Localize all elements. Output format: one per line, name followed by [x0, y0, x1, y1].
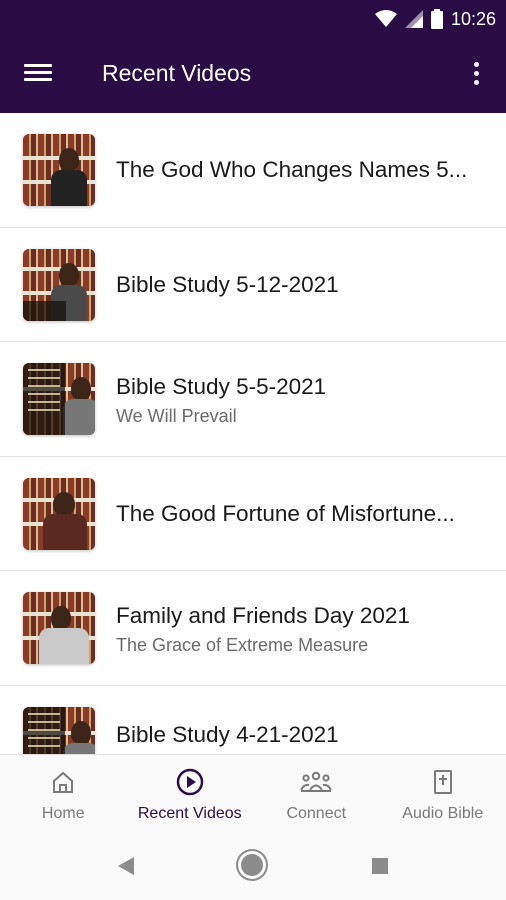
video-title: The Good Fortune of Misfortune...	[116, 500, 455, 526]
people-icon	[300, 771, 333, 792]
list-item[interactable]: Bible Study 5-5-2021 We Will Prevail	[0, 342, 506, 457]
video-thumbnail	[23, 363, 95, 435]
home-circle-icon[interactable]	[241, 854, 263, 876]
top-bar: 10:26 Recent Videos	[0, 0, 506, 113]
video-thumbnail	[23, 477, 95, 550]
system-navigation-bar	[0, 830, 506, 900]
nav-item-home[interactable]: Home	[0, 755, 127, 831]
video-title: Family and Friends Day 2021	[116, 603, 410, 628]
nav-label-connect: Connect	[286, 805, 347, 822]
status-time: 10:26	[450, 8, 496, 29]
nav-label-recent-videos: Recent Videos	[137, 805, 242, 822]
nav-item-audio-bible[interactable]: Audio Bible	[380, 755, 506, 831]
video-thumbnail	[23, 706, 95, 754]
home-icon	[53, 771, 74, 793]
recent-apps-icon[interactable]	[372, 858, 388, 874]
back-icon[interactable]	[118, 857, 134, 875]
video-title: Bible Study 5-5-2021	[116, 374, 327, 399]
list-item[interactable]: Bible Study 5-12-2021	[0, 228, 506, 342]
page-title: Recent Videos	[102, 60, 252, 86]
video-thumbnail	[23, 592, 95, 664]
video-title: Bible Study 5-12-2021	[116, 271, 339, 297]
signal-icon	[404, 10, 423, 28]
video-list: The God Who Changes Names 5... Bible Stu…	[0, 113, 506, 754]
video-thumbnail	[23, 248, 95, 321]
bottom-navigation: Home Recent Videos Connect Audio Bible	[0, 754, 506, 831]
nav-item-recent-videos[interactable]: Recent Videos	[127, 755, 254, 831]
play-circle-icon	[176, 768, 203, 796]
status-bar: 10:26	[374, 7, 496, 31]
bible-icon	[433, 770, 452, 794]
list-item[interactable]: Family and Friends Day 2021 The Grace of…	[0, 571, 506, 686]
battery-icon	[430, 9, 443, 29]
list-item[interactable]: The Good Fortune of Misfortune...	[0, 457, 506, 571]
video-title: The God Who Changes Names 5...	[116, 157, 468, 182]
hamburger-menu-icon[interactable]	[24, 60, 54, 90]
nav-item-connect[interactable]: Connect	[253, 755, 380, 831]
more-vert-icon[interactable]	[466, 62, 486, 92]
video-thumbnail	[23, 134, 95, 206]
wifi-icon	[374, 10, 397, 27]
video-subtitle: We Will Prevail	[116, 406, 237, 426]
nav-label-audio-bible: Audio Bible	[402, 805, 484, 822]
app-bar: Recent Videos	[0, 38, 506, 113]
list-item[interactable]: The God Who Changes Names 5...	[0, 113, 506, 228]
video-subtitle: The Grace of Extreme Measure	[116, 635, 369, 655]
list-item[interactable]: Bible Study 4-21-2021	[0, 686, 506, 754]
nav-label-home: Home	[41, 805, 85, 822]
video-title: Bible Study 4-21-2021	[116, 721, 339, 747]
